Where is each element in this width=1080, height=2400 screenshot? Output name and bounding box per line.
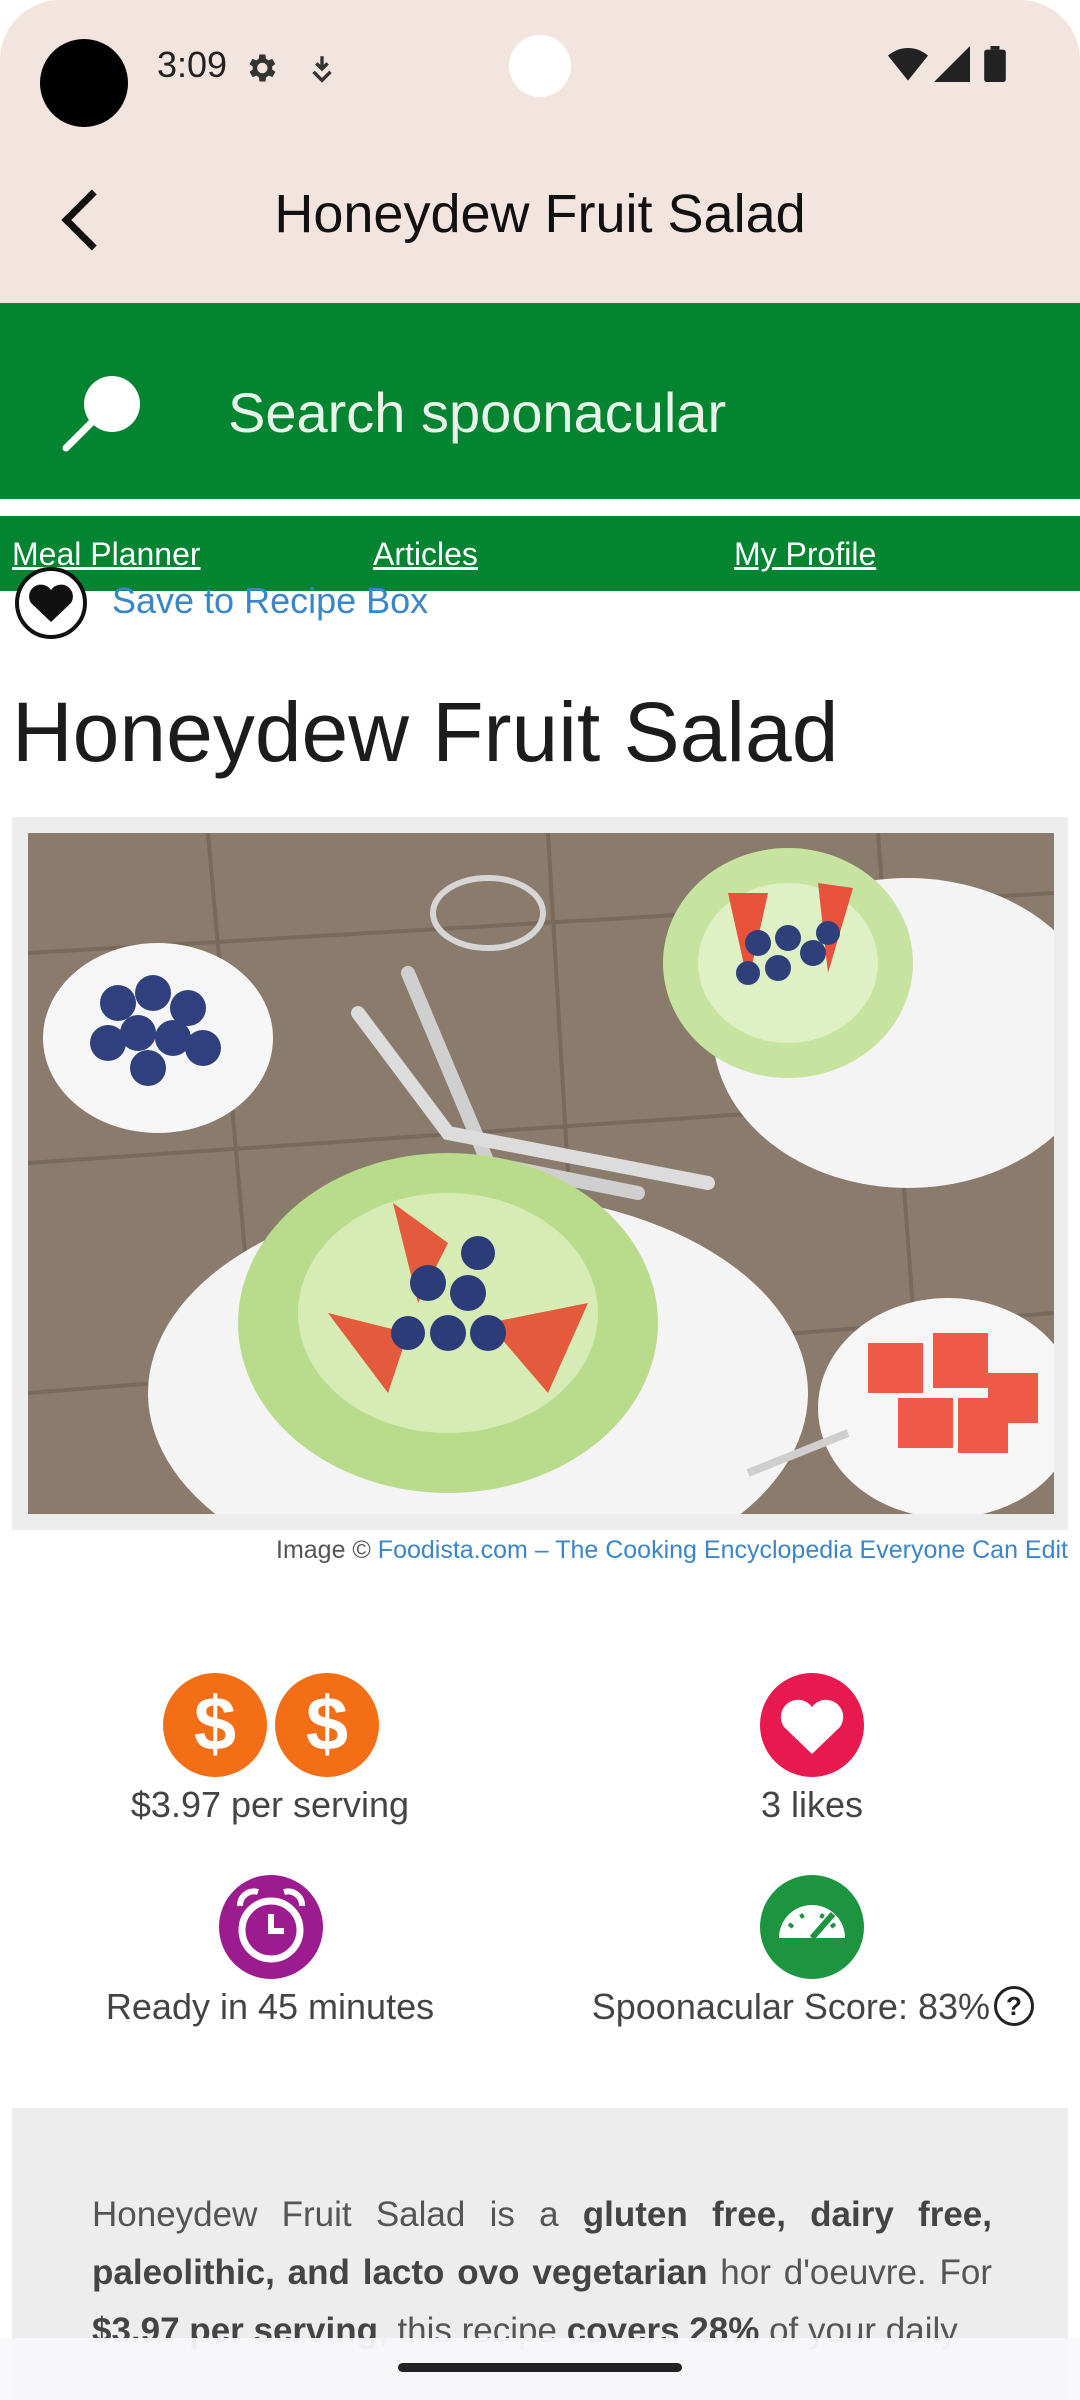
search-icon[interactable] <box>62 370 146 454</box>
wifi-icon <box>888 48 928 81</box>
price-per-serving: $3.97 per serving <box>130 1784 410 1825</box>
score-gauge-icon <box>760 1875 864 1979</box>
spoonacular-score: Spoonacular Score: 83% <box>591 1986 990 2027</box>
heart-icon[interactable] <box>14 566 88 640</box>
search-input[interactable]: Search spoonacular <box>228 380 726 445</box>
image-credit: Image © Foodista.com – The Cooking Encyc… <box>0 1536 1068 1565</box>
app-bar-title: Honeydew Fruit Salad <box>274 184 806 244</box>
recipe-title: Honeydew Fruit Salad <box>12 685 839 779</box>
alarm-clock-icon <box>219 1875 323 1979</box>
svg-text:$: $ <box>194 1682 236 1767</box>
svg-text:$: $ <box>306 1682 348 1767</box>
signal-icon <box>934 46 970 82</box>
battery-icon <box>984 46 1006 82</box>
nav-my-profile[interactable]: My Profile <box>734 536 876 573</box>
settings-icon <box>249 54 276 82</box>
home-handle[interactable] <box>398 2363 682 2372</box>
recipe-description: Honeydew Fruit Salad is a gluten free, d… <box>92 2186 992 2360</box>
ready-time: Ready in 45 minutes <box>105 1986 435 2027</box>
save-to-recipe-box-link[interactable]: Save to Recipe Box <box>112 580 428 622</box>
image-credit-link[interactable]: Foodista.com – The Cooking Encyclopedia … <box>378 1536 1068 1564</box>
camera-cutout <box>40 39 128 127</box>
status-time: 3:09 <box>157 44 228 85</box>
description-text-2: hor d'oeuvre. For <box>707 2253 992 2292</box>
help-icon[interactable]: ? <box>994 1986 1034 2026</box>
likes-count: 3 likes <box>760 1784 864 1825</box>
nav-articles[interactable]: Articles <box>373 536 478 573</box>
description-text-1: Honeydew Fruit Salad is a <box>92 2195 583 2234</box>
front-camera <box>509 35 571 97</box>
likes-heart-icon <box>760 1673 864 1777</box>
price-dollar-icon: $ $ <box>163 1673 379 1777</box>
image-credit-prefix: Image © <box>276 1536 378 1564</box>
recipe-photo <box>28 833 1054 1514</box>
download-notification-icon <box>312 56 332 83</box>
